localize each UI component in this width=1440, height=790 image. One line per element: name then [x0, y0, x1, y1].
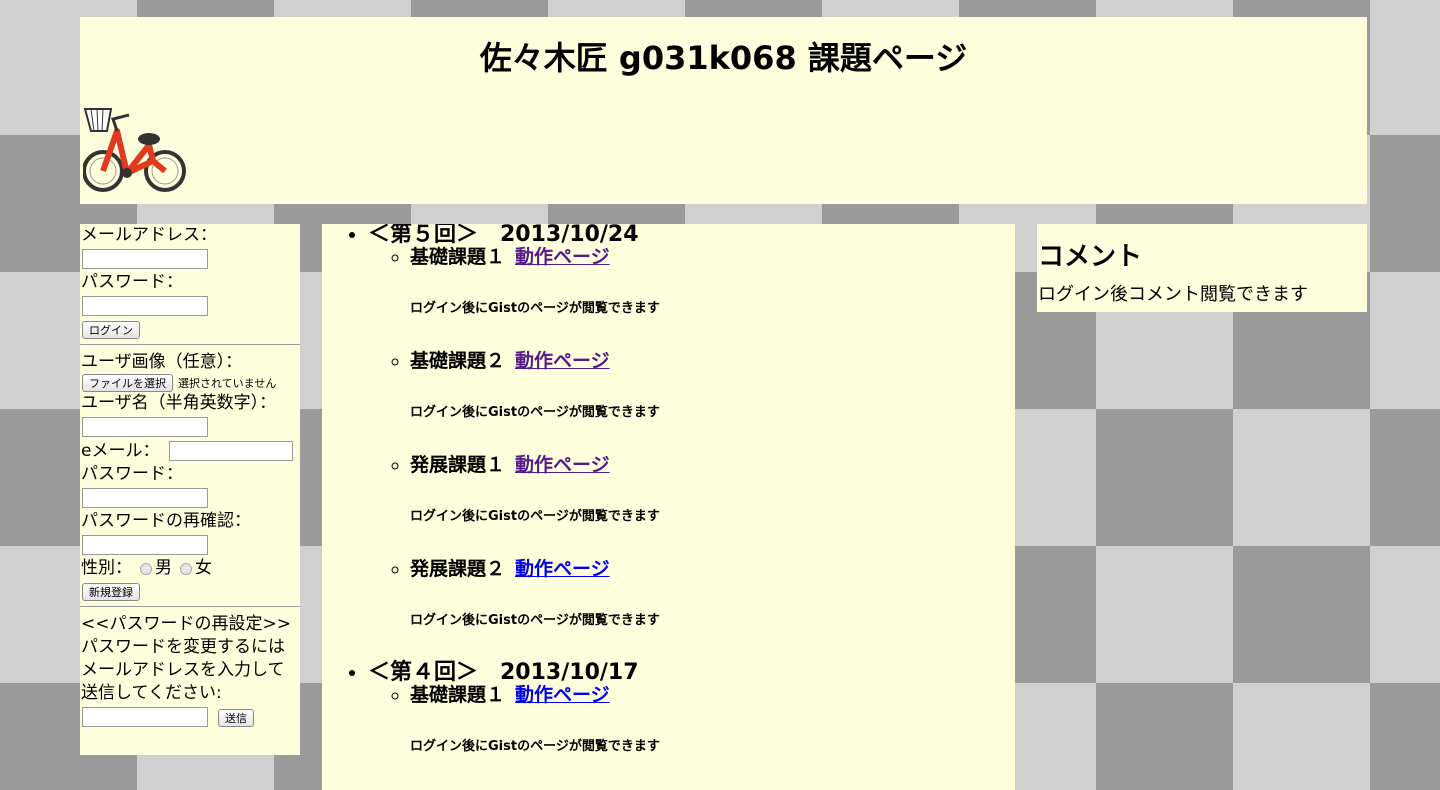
login-password-input[interactable] — [82, 296, 208, 316]
demo-page-link[interactable]: 動作ページ — [515, 454, 610, 476]
register-email-label: eメール： — [81, 440, 160, 461]
reset-title: <<パスワードの再設定>> — [81, 614, 291, 634]
login-form: メールアドレス： パスワード： ログイン — [80, 224, 300, 345]
task-item: 基礎課題２ 動作ページ ログイン後にGistのページが閲覧できます — [410, 350, 1015, 422]
task-title: 発展課題２ — [410, 558, 506, 580]
bicycle-image — [83, 108, 186, 192]
gist-note: ログイン後にGistのページが閲覧できます — [410, 739, 660, 754]
week-item: ＜第５回＞ 2013/10/24 基礎課題１ 動作ページ ログイン後にGistのペ… — [368, 224, 1015, 630]
task-item: 基礎課題１ 動作ページ ログイン後にGistのページが閲覧できます — [410, 684, 1015, 756]
reset-text-3: 送信してください: — [81, 683, 222, 703]
reset-text-1: パスワードを変更するには — [81, 637, 285, 657]
week-item: ＜第４回＞ 2013/10/17 基礎課題１ 動作ページ ログイン後にGistのペ… — [368, 662, 1015, 756]
comment-title: コメント — [1038, 242, 1143, 272]
register-password-input[interactable] — [82, 488, 208, 508]
email-label: メールアドレス： — [81, 225, 217, 245]
demo-page-link[interactable]: 動作ページ — [515, 350, 610, 372]
demo-page-link[interactable]: 動作ページ — [515, 684, 610, 706]
password-reset-form: <<パスワードの再設定>> パスワードを変更するには メールアドレスを入力して … — [80, 607, 300, 729]
gist-note: ログイン後にGistのページが閲覧できます — [410, 509, 660, 524]
username-label: ユーザ名（半角英数字）： — [81, 393, 277, 413]
register-email-input[interactable] — [169, 441, 294, 461]
register-button[interactable]: 新規登録 — [82, 583, 140, 601]
comment-panel: コメント ログイン後コメント閲覧できます — [1037, 224, 1367, 312]
demo-page-link[interactable]: 動作ページ — [515, 558, 610, 580]
register-username-input[interactable] — [82, 417, 208, 437]
reset-text-2: メールアドレスを入力して — [81, 660, 285, 680]
task-title: 発展課題１ — [410, 454, 506, 476]
task-item: 基礎課題１ 動作ページ ログイン後にGistのページが閲覧できます — [410, 246, 1015, 318]
register-password-confirm-input[interactable] — [82, 535, 208, 555]
gender-male-label: 男 — [155, 558, 172, 578]
login-email-input[interactable] — [82, 249, 208, 269]
page-header: 佐々木匠 g031k068 課題ページ — [80, 17, 1367, 204]
gist-note: ログイン後にGistのページが閲覧できます — [410, 301, 660, 316]
password-label: パスワード： — [81, 272, 183, 292]
page-title: 佐々木匠 g031k068 課題ページ — [479, 39, 968, 77]
gender-group: 性別： 男 女 — [81, 557, 300, 580]
week-heading: ＜第４回＞ 2013/10/17 — [368, 660, 639, 685]
register-form: ユーザ画像（任意）： ファイルを選択 選択されていません ユーザ名（半角英数字）… — [80, 345, 300, 607]
gist-note: ログイン後にGistのページが閲覧できます — [410, 613, 660, 628]
user-image-label: ユーザ画像（任意）： — [81, 352, 243, 372]
comment-message: ログイン後コメント閲覧できます — [1038, 284, 1308, 305]
reset-send-button[interactable]: 送信 — [218, 709, 254, 727]
login-button[interactable]: ログイン — [82, 321, 140, 339]
gender-male-radio[interactable] — [140, 562, 152, 575]
demo-page-link[interactable]: 動作ページ — [515, 246, 610, 268]
task-item: 発展課題１ 動作ページ ログイン後にGistのページが閲覧できます — [410, 454, 1015, 526]
task-title: 基礎課題１ — [410, 684, 506, 706]
gender-female-radio[interactable] — [180, 562, 192, 575]
choose-file-button[interactable]: ファイルを選択 — [82, 374, 173, 392]
task-title: 基礎課題２ — [410, 350, 506, 372]
gender-label: 性別： — [81, 558, 132, 578]
reset-email-input[interactable] — [82, 707, 208, 727]
file-status: 選択されていません — [178, 377, 277, 390]
sidebar-forms: メールアドレス： パスワード： ログイン ユーザ画像（任意）： ファイルを選択 … — [80, 224, 300, 755]
password-confirm-label: パスワードの再確認： — [81, 511, 251, 531]
task-item: 発展課題２ 動作ページ ログイン後にGistのページが閲覧できます — [410, 558, 1015, 630]
gist-note: ログイン後にGistのページが閲覧できます — [410, 405, 660, 420]
task-title: 基礎課題１ — [410, 246, 506, 268]
register-password-label: パスワード： — [81, 464, 183, 484]
week-heading: ＜第５回＞ 2013/10/24 — [368, 224, 639, 247]
gender-female-label: 女 — [195, 558, 212, 578]
assignment-list: ＜第５回＞ 2013/10/24 基礎課題１ 動作ページ ログイン後にGistのペ… — [322, 224, 1015, 790]
